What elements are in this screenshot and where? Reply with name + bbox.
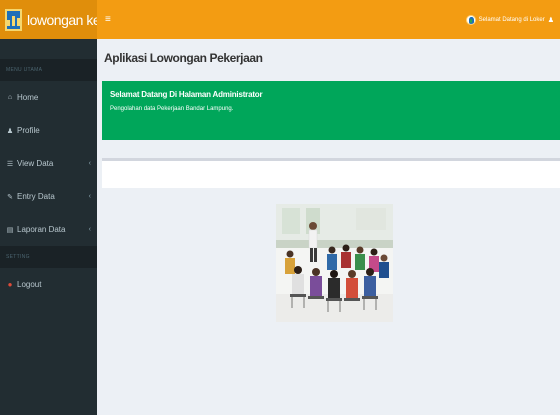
sidebar-item-laporan-data[interactable]: ▤ Laporan Data ‹ bbox=[0, 213, 97, 246]
sidebar-item-label: Laporan Data bbox=[17, 225, 66, 234]
callout-text: Pengolahan data Pekerjaan Bandar Lampung… bbox=[110, 106, 234, 112]
logout-dot-icon: ● bbox=[7, 280, 13, 289]
sidebar-header-main: MENU UTAMA bbox=[0, 59, 97, 81]
sidebar-item-label: Logout bbox=[17, 280, 42, 289]
user-icon: ♟ bbox=[6, 127, 14, 135]
chevron-left-icon: ‹ bbox=[88, 226, 91, 233]
main-content: Aplikasi Lowongan Pekerjaan Selamat Data… bbox=[97, 39, 560, 415]
content-box bbox=[102, 158, 560, 188]
sidebar: lowongan kerja MENU UTAMA ⌂ Home ♟ Profi… bbox=[0, 0, 115, 415]
sidebar-item-profile[interactable]: ♟ Profile bbox=[0, 114, 97, 147]
sidebar-item-label: View Data bbox=[17, 159, 54, 168]
sidebar-item-entry-data[interactable]: ✎ Entry Data ‹ bbox=[0, 180, 97, 213]
sidebar-item-label: Entry Data bbox=[17, 192, 55, 201]
meeting-photo-illustration bbox=[276, 204, 393, 322]
chevron-left-icon: ‹ bbox=[88, 160, 91, 167]
print-icon: ▤ bbox=[6, 226, 14, 234]
chevron-left-icon: ‹ bbox=[88, 193, 91, 200]
sidebar-item-logout[interactable]: ● Logout bbox=[0, 268, 97, 301]
sidebar-toggle-icon[interactable]: ≡ bbox=[105, 14, 111, 25]
list-icon: ☰ bbox=[6, 160, 14, 168]
brand-logo[interactable]: lowongan kerja bbox=[0, 0, 115, 39]
sidebar-header-setting: SETTING bbox=[0, 246, 97, 268]
brand-logo-icon bbox=[5, 8, 22, 31]
sidebar-item-label: Home bbox=[17, 93, 39, 102]
user-greeting: Selamat Datang di Loker bbox=[478, 16, 545, 23]
user-menu[interactable]: Selamat Datang di Loker ♟ bbox=[465, 0, 554, 39]
user-avatar bbox=[465, 14, 476, 25]
home-icon: ⌂ bbox=[7, 94, 13, 101]
page-title: Aplikasi Lowongan Pekerjaan bbox=[104, 51, 263, 65]
edit-icon: ✎ bbox=[7, 193, 13, 201]
user-icon: ♟ bbox=[547, 16, 554, 24]
sidebar-item-home[interactable]: ⌂ Home bbox=[0, 81, 97, 114]
meeting-photo bbox=[276, 204, 393, 322]
sidebar-item-label: Profile bbox=[17, 126, 40, 135]
sidebar-item-view-data[interactable]: ☰ View Data ‹ bbox=[0, 147, 97, 180]
welcome-callout: Selamat Datang Di Halaman Administrator … bbox=[102, 81, 560, 140]
top-navbar: ≡ Selamat Datang di Loker ♟ bbox=[97, 0, 560, 39]
callout-title: Selamat Datang Di Halaman Administrator bbox=[110, 90, 263, 99]
